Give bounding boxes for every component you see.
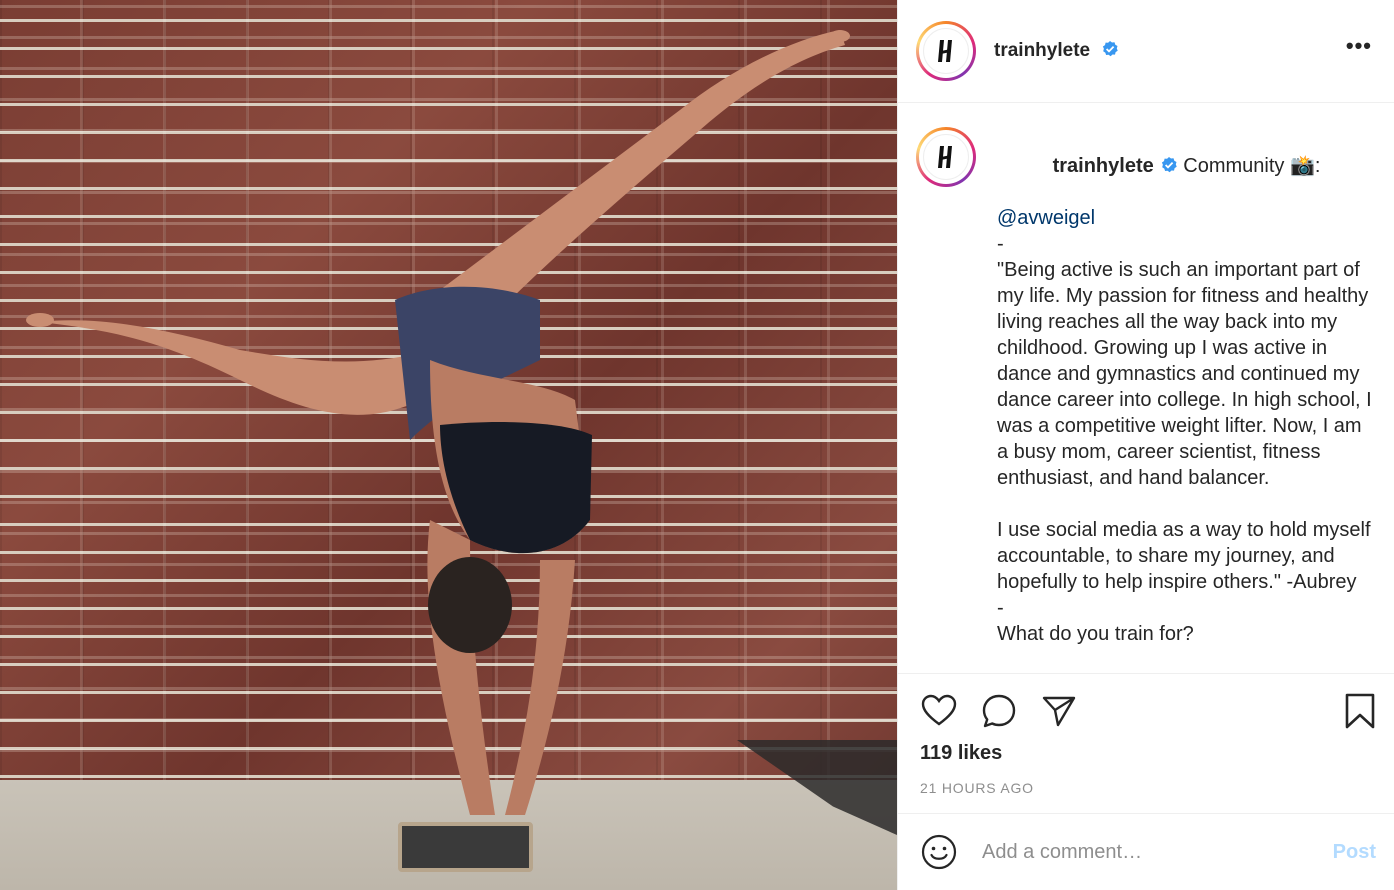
hylete-logo xyxy=(923,134,969,180)
header-username-text[interactable]: trainhylete xyxy=(994,40,1090,61)
handstand-figure xyxy=(26,30,850,815)
post-side-panel: trainhylete ••• trainhylete Community 📸:… xyxy=(897,0,1394,890)
comment-icon[interactable] xyxy=(980,692,1018,730)
mention-link[interactable]: @avweigel xyxy=(997,205,1376,231)
bookmark-icon[interactable] xyxy=(1342,692,1378,730)
post-photo[interactable] xyxy=(0,0,897,890)
likes-count[interactable]: 119 likes xyxy=(920,742,1002,765)
share-icon[interactable] xyxy=(1040,692,1078,730)
comment-input[interactable] xyxy=(982,840,1333,864)
caption-avatar[interactable] xyxy=(916,127,976,187)
header-username[interactable]: trainhylete xyxy=(994,40,1119,62)
post-actions: 119 likes 21 HOURS AGO xyxy=(898,673,1394,813)
caption-dash: - xyxy=(997,597,1004,619)
caption-question: What do you train for? xyxy=(997,623,1194,645)
caption-quote: "Being active is such an important part … xyxy=(997,259,1378,489)
hylete-logo-icon xyxy=(938,40,952,62)
post-header: trainhylete ••• xyxy=(898,0,1394,103)
post-comment-button[interactable]: Post xyxy=(1333,841,1376,864)
hylete-logo-icon xyxy=(938,146,952,168)
caption-dash: - xyxy=(997,233,1004,255)
instagram-post: trainhylete ••• trainhylete Community 📸:… xyxy=(0,0,1394,890)
balance-board xyxy=(398,822,533,872)
emoji-icon[interactable] xyxy=(920,833,958,871)
verified-badge-icon xyxy=(1161,157,1177,173)
heart-icon[interactable] xyxy=(920,692,958,730)
caption-text: trainhylete Community 📸: @avweigel - "Be… xyxy=(997,127,1376,667)
caption-paragraph: I use social media as a way to hold myse… xyxy=(997,519,1377,593)
verified-badge-icon xyxy=(1103,41,1119,57)
comment-bar: Post xyxy=(898,813,1394,890)
caption-title: Community 📸: xyxy=(1177,155,1321,177)
caption-username[interactable]: trainhylete xyxy=(1053,155,1154,177)
post-timestamp[interactable]: 21 HOURS AGO xyxy=(920,780,1034,796)
post-caption: trainhylete Community 📸: @avweigel - "Be… xyxy=(916,127,1376,667)
more-options-icon[interactable]: ••• xyxy=(1346,35,1372,57)
avatar[interactable] xyxy=(916,21,976,81)
hylete-logo xyxy=(923,28,969,74)
